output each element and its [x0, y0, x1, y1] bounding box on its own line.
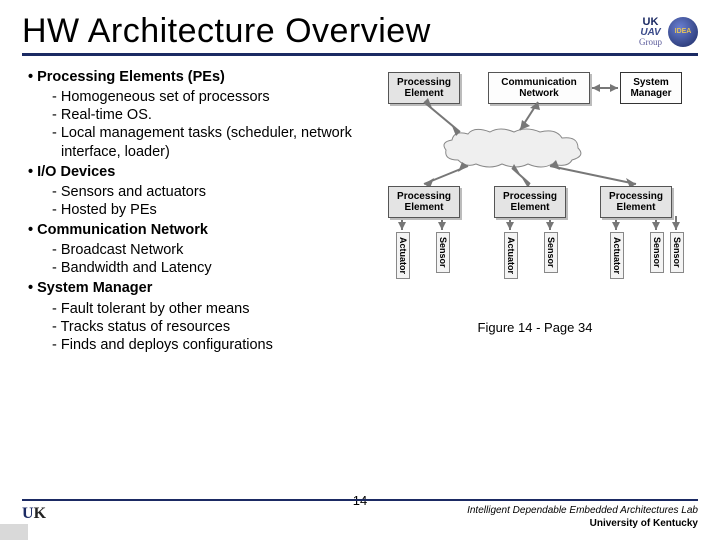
slide-footer: UK Intelligent Dependable Embedded Archi… — [22, 499, 698, 530]
footer-rule — [22, 499, 698, 501]
diagram-pe-box: Processing Element — [494, 186, 566, 218]
io-item: Sensors and actuators — [52, 183, 362, 201]
heading-cn: Communication Network — [28, 221, 362, 239]
sm-item: Finds and deploys configurations — [52, 336, 362, 354]
footer-uk-logo: UK — [22, 505, 46, 523]
sm-item: Fault tolerant by other means — [52, 300, 362, 318]
cn-item: Broadcast Network — [52, 241, 362, 259]
diagram-pe-box: Processing Element — [600, 186, 672, 218]
diagram-sensor-label: Sensor — [544, 232, 558, 273]
heading-pe: Processing Elements (PEs) — [28, 68, 362, 86]
diagram-actuator-label: Actuator — [610, 232, 624, 279]
figure-caption: Figure 14 - Page 34 — [478, 320, 593, 335]
diagram-sensor-label: Sensor — [650, 232, 664, 273]
footer-lab-text: Intelligent Dependable Embedded Architec… — [467, 505, 698, 530]
heading-io: I/O Devices — [28, 163, 362, 181]
diagram-actuator-label: Actuator — [396, 232, 410, 279]
pe-item: Local management tasks (scheduler, netwo… — [52, 124, 362, 160]
diagram-sensor-label: Sensor — [436, 232, 450, 273]
io-item: Hosted by PEs — [52, 201, 362, 219]
uk-uav-logo: UK UAV Group — [639, 17, 662, 47]
bullet-content: Processing Elements (PEs) Homogeneous se… — [22, 66, 362, 532]
diagram-sensor-label: Sensor — [670, 232, 684, 273]
pe-item: Real-time OS. — [52, 106, 362, 124]
diagram-actuator-label: Actuator — [504, 232, 518, 279]
idea-logo: IDEA — [668, 17, 698, 47]
corner-decoration — [0, 524, 28, 540]
title-bar: HW Architecture Overview UK UAV Group ID… — [22, 12, 698, 56]
sm-item: Tracks status of resources — [52, 318, 362, 336]
diagram-arrows — [380, 66, 690, 296]
cn-item: Bandwidth and Latency — [52, 259, 362, 277]
slide-title: HW Architecture Overview — [22, 12, 431, 51]
pe-item: Homogeneous set of processors — [52, 88, 362, 106]
heading-sm: System Manager — [28, 279, 362, 297]
logo-group: UK UAV Group IDEA — [639, 17, 698, 47]
architecture-diagram: Processing Element Communication Network… — [380, 66, 690, 296]
diagram-panel: Processing Element Communication Network… — [372, 66, 698, 532]
diagram-pe-box: Processing Element — [388, 186, 460, 218]
